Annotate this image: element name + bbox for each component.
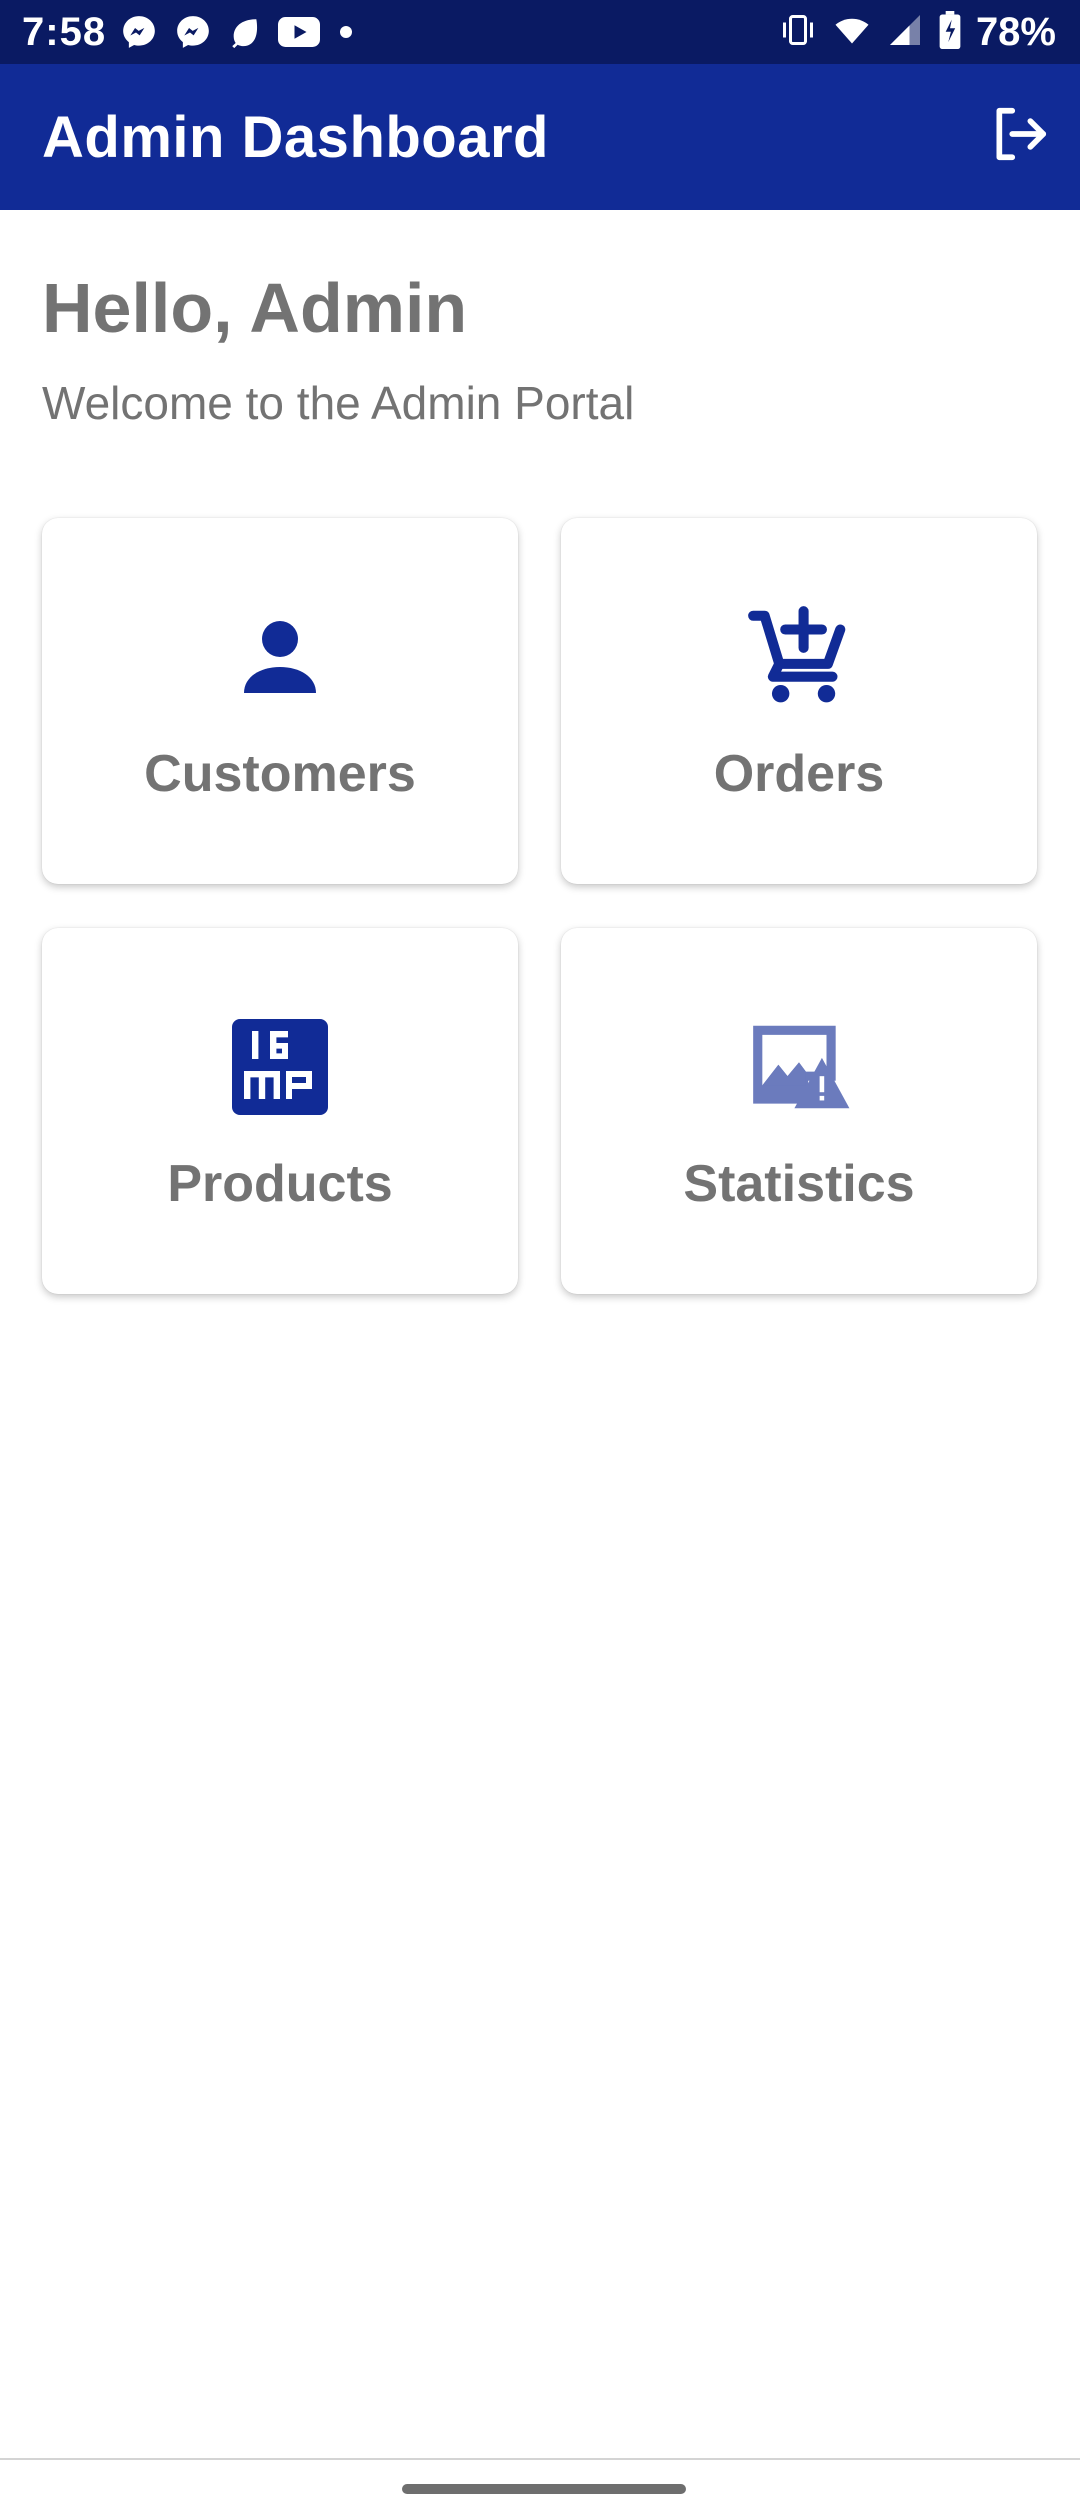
battery-charging-icon — [938, 10, 962, 54]
youtube-icon — [278, 15, 320, 54]
dot-icon — [336, 22, 356, 47]
orders-label: Orders — [713, 745, 885, 803]
battery-percentage: 78% — [975, 10, 1056, 54]
greeting-title: Hello, Admin — [42, 269, 468, 347]
customers-card[interactable]: Customers — [42, 518, 518, 884]
messenger-icon — [120, 13, 158, 56]
greeting-subtitle: Welcome to the Admin Portal — [42, 377, 635, 429]
customers-label: Customers — [144, 745, 416, 803]
statistics-card[interactable]: Statistics — [561, 928, 1037, 1294]
add-shopping-cart-icon — [744, 602, 854, 712]
system-icons: 78% — [778, 10, 1056, 54]
bottom-divider — [0, 2458, 1080, 2460]
leaf-icon — [228, 15, 262, 54]
logout-button[interactable] — [986, 102, 1054, 170]
home-indicator[interactable] — [402, 2484, 686, 2494]
broken-image-icon — [744, 1012, 854, 1122]
messenger-icon — [174, 13, 212, 56]
products-card[interactable]: Products — [42, 928, 518, 1294]
logout-icon — [989, 103, 1051, 170]
16mp-icon — [225, 1012, 335, 1122]
notification-icons — [120, 14, 356, 54]
vibrate-icon — [778, 12, 818, 53]
signal-icon — [886, 12, 924, 53]
app-bar: Admin Dashboard — [0, 64, 1080, 210]
statistics-label: Statistics — [683, 1155, 915, 1213]
status-time: 7:58 — [22, 10, 107, 54]
status-bar: 7:58 78% — [0, 0, 1080, 64]
person-icon — [225, 602, 335, 712]
wifi-icon — [832, 12, 872, 53]
orders-card[interactable]: Orders — [561, 518, 1037, 884]
products-label: Products — [167, 1155, 393, 1213]
app-title: Admin Dashboard — [42, 105, 549, 170]
